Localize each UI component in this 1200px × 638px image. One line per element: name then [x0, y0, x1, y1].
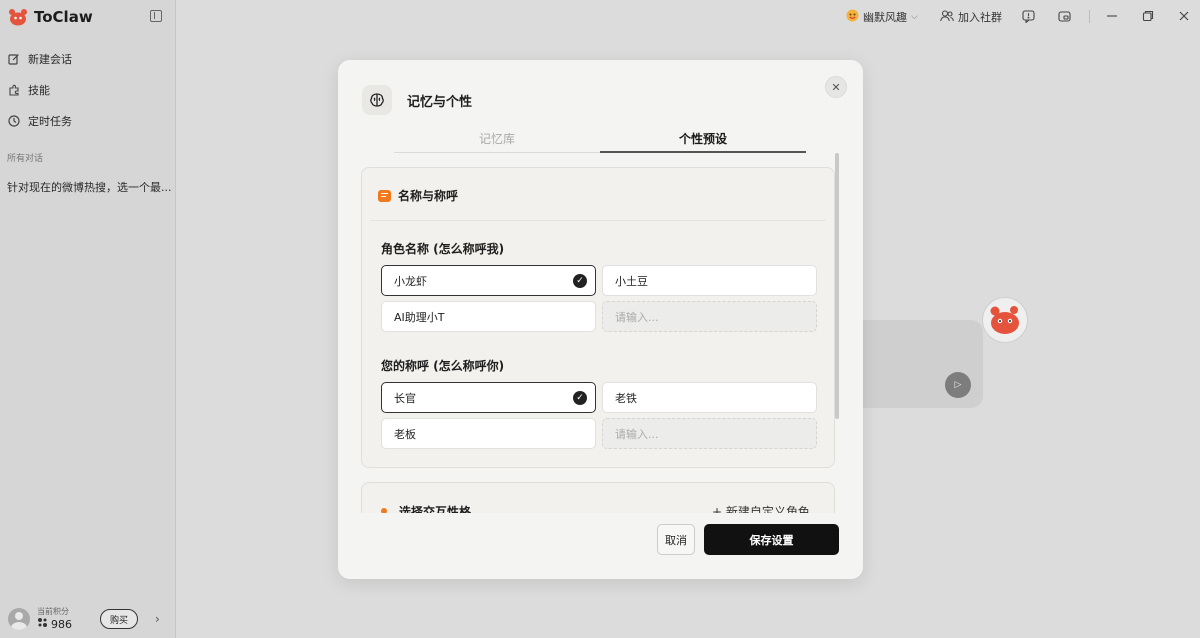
option-label: 小龙虾: [394, 274, 427, 288]
tab-persona-preset[interactable]: 个性预设: [600, 130, 806, 153]
sidebar-item-scheduled-tasks[interactable]: 定时任务: [8, 112, 72, 130]
user-name-option[interactable]: 老板: [381, 418, 596, 449]
avatar[interactable]: [8, 608, 30, 630]
save-settings-button[interactable]: 保存设置: [704, 524, 839, 555]
points-label: 当前积分: [37, 607, 69, 616]
sidebar-footer: 当前积分 986 购买 ›: [0, 600, 176, 638]
new-custom-role-button[interactable]: + 新建自定义角色: [712, 503, 810, 513]
input-placeholder: 请输入...: [615, 310, 659, 324]
role-name-label: 角色名称 (怎么称呼我): [381, 242, 505, 256]
interaction-personality-card: 选择交互性格 + 新建自定义角色: [361, 482, 835, 513]
sidebar-item-label: 技能: [28, 84, 50, 97]
dialog-title: 记忆与个性: [407, 95, 473, 110]
dialog-scroll-area: 名称与称呼 角色名称 (怎么称呼我) 小龙虾 ✓ 小土豆 AI助理小T 请输入.…: [361, 167, 835, 513]
divider: [370, 220, 826, 221]
chevron-right-icon[interactable]: ›: [155, 612, 160, 626]
restore-icon[interactable]: [1141, 9, 1155, 23]
close-icon[interactable]: ✕: [825, 76, 847, 98]
option-label: 小土豆: [615, 274, 648, 288]
clock-icon: [8, 115, 20, 127]
option-label: 长官: [394, 391, 416, 405]
buy-button[interactable]: 购买: [100, 609, 138, 629]
puzzle-icon: [8, 84, 20, 96]
message-icon: [378, 189, 391, 202]
sidebar-item-label: 新建会话: [28, 53, 72, 66]
brand: ToClaw: [8, 6, 93, 28]
input-placeholder: 请输入...: [615, 427, 659, 441]
app-name: ToClaw: [34, 8, 93, 26]
option-label: 老板: [394, 427, 416, 441]
memory-personality-dialog: 记忆与个性 ✕ 记忆库 个性预设 名称与称呼 角色名称 (怎么称呼我) 小龙虾 …: [338, 60, 863, 579]
section-label-all-chats: 所有对话: [7, 154, 44, 164]
join-community-label: 加入社群: [958, 11, 1002, 24]
option-label: 老铁: [615, 391, 637, 405]
role-name-option[interactable]: 小土豆: [602, 265, 817, 296]
send-icon: ▷: [945, 372, 971, 398]
user-name-option[interactable]: 老铁: [602, 382, 817, 413]
sidebar-item-new-chat[interactable]: 新建会话: [8, 50, 72, 68]
user-name-label: 您的称呼 (怎么称呼你): [381, 359, 505, 373]
role-name-option[interactable]: AI助理小T: [381, 301, 596, 332]
option-label: AI助理小T: [394, 310, 445, 324]
join-community-button[interactable]: 加入社群: [940, 8, 1002, 26]
collapse-sidebar-icon[interactable]: [150, 10, 162, 22]
role-name-custom-input[interactable]: 请输入...: [602, 301, 817, 332]
check-icon: ✓: [573, 391, 587, 405]
brain-icon: [362, 85, 392, 115]
points-icon: [37, 617, 48, 631]
edit-icon: [8, 53, 20, 65]
persona-emoji-icon: [846, 9, 859, 25]
chevron-down-icon: ⌵: [911, 12, 918, 22]
section-dot-icon: [381, 508, 387, 513]
chat-history-item[interactable]: 针对现在的微博热搜，选一个最...: [7, 179, 172, 195]
close-window-icon[interactable]: [1177, 9, 1191, 23]
points-value: 986: [51, 617, 72, 631]
mascot-icon: [982, 297, 1028, 343]
user-name-option[interactable]: 长官 ✓: [381, 382, 596, 413]
toclaw-logo-icon: [8, 8, 28, 26]
section-title: 名称与称呼: [398, 189, 459, 203]
topbar-divider: [1089, 10, 1090, 23]
minimize-icon[interactable]: [1105, 9, 1119, 23]
sidebar: ToClaw 新建会话 技能 定时任务 所有对话 针对现在的微博热搜，选一个最.…: [0, 0, 176, 638]
scrollbar[interactable]: [835, 153, 839, 419]
window-layout-icon[interactable]: [1057, 9, 1071, 23]
persona-label: 幽默风趣: [863, 11, 907, 24]
users-icon: [940, 9, 954, 25]
feedback-icon[interactable]: [1021, 9, 1035, 23]
points-row: 986: [37, 617, 72, 631]
sidebar-item-skills[interactable]: 技能: [8, 81, 50, 99]
sidebar-item-label: 定时任务: [28, 115, 72, 128]
persona-selector[interactable]: 幽默风趣 ⌵: [846, 8, 918, 26]
check-icon: ✓: [573, 274, 587, 288]
section-header: 名称与称呼: [378, 187, 458, 204]
role-name-option[interactable]: 小龙虾 ✓: [381, 265, 596, 296]
section-title: 选择交互性格: [399, 505, 472, 513]
dialog-tabs: 记忆库 个性预设: [394, 128, 806, 153]
tab-memory[interactable]: 记忆库: [394, 130, 600, 153]
user-name-custom-input[interactable]: 请输入...: [602, 418, 817, 449]
name-and-address-card: 名称与称呼 角色名称 (怎么称呼我) 小龙虾 ✓ 小土豆 AI助理小T 请输入.…: [361, 167, 835, 468]
cancel-button[interactable]: 取消: [657, 524, 695, 555]
